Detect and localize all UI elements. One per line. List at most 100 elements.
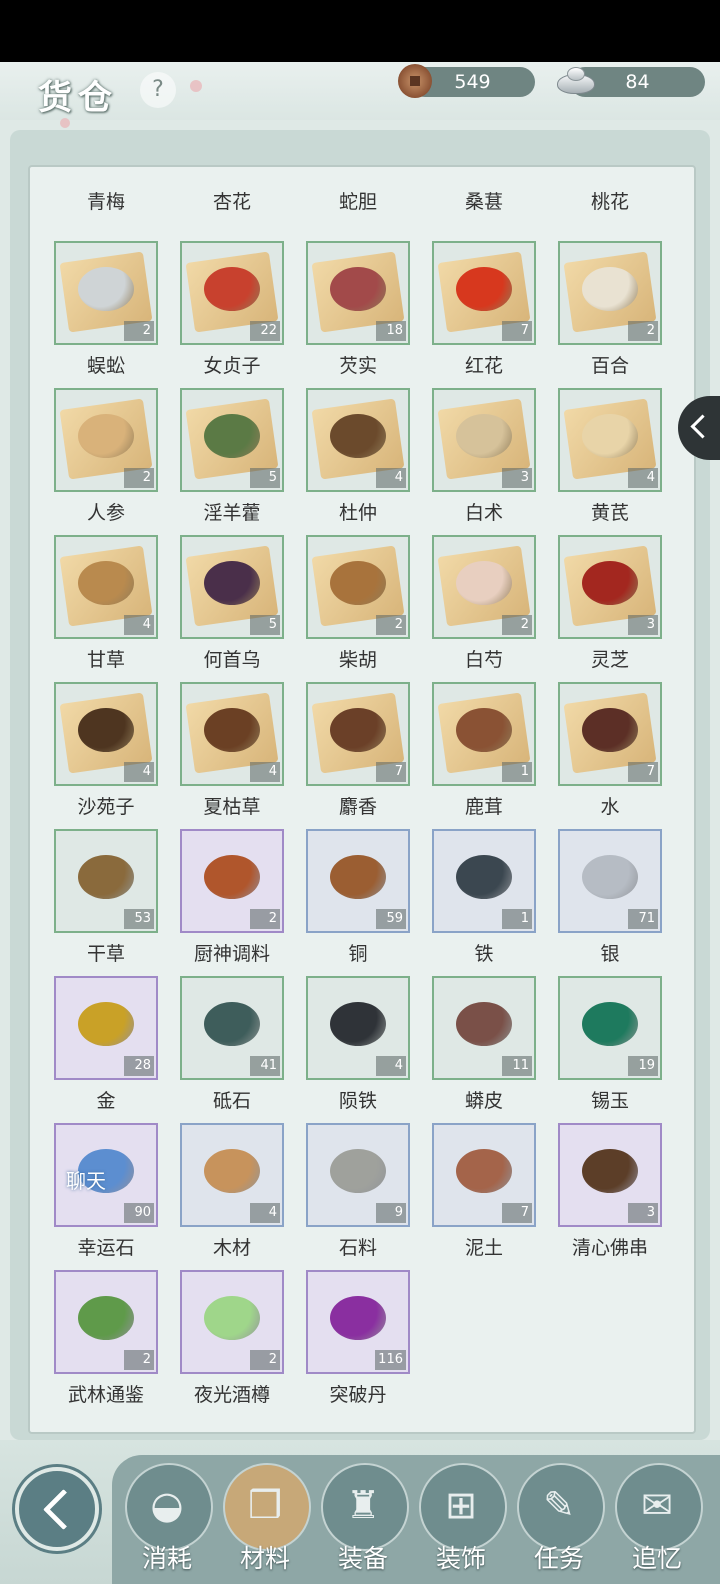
inventory-item[interactable]: 蛇胆 xyxy=(306,185,410,222)
inventory-item[interactable]: 5 何首乌 xyxy=(180,535,284,680)
inventory-item[interactable]: 116 突破丹 xyxy=(306,1270,410,1415)
inventory-item[interactable]: 杏花 xyxy=(180,185,284,222)
item-slot[interactable]: 5 xyxy=(180,535,284,639)
item-name: 沙苑子 xyxy=(77,796,135,818)
item-slot[interactable]: 4 xyxy=(54,682,158,786)
item-slot[interactable]: 2 xyxy=(180,829,284,933)
inventory-item[interactable]: 2 厨神调料 xyxy=(180,829,284,974)
inventory-item[interactable]: 4 夏枯草 xyxy=(180,682,284,827)
item-slot[interactable]: 2 xyxy=(54,241,158,345)
inventory-item[interactable]: 2 柴胡 xyxy=(306,535,410,680)
inventory-item[interactable]: 7 麝香 xyxy=(306,682,410,827)
item-slot[interactable]: 2 xyxy=(54,388,158,492)
item-slot[interactable]: 28 xyxy=(54,976,158,1080)
item-slot[interactable]: 4 xyxy=(306,388,410,492)
help-button[interactable]: ? xyxy=(140,72,176,108)
inventory-item[interactable]: 59 铜 xyxy=(306,829,410,974)
inventory-item[interactable]: 4 沙苑子 xyxy=(54,682,158,827)
nav-tab-5[interactable]: ✉ 追忆 xyxy=(611,1463,703,1584)
inventory-item[interactable]: 71 银 xyxy=(558,829,662,974)
inventory-item[interactable]: 聊天 90 幸运石 xyxy=(54,1123,158,1268)
chat-overlay-label[interactable]: 聊天 xyxy=(66,1165,106,1194)
inventory-item[interactable]: 桑葚 xyxy=(432,185,536,222)
inventory-item[interactable]: 4 陨铁 xyxy=(306,976,410,1121)
inventory-item[interactable]: 2 武林通鉴 xyxy=(54,1270,158,1415)
inventory-item[interactable]: 5 淫羊藿 xyxy=(180,388,284,533)
item-slot[interactable]: 71 xyxy=(558,829,662,933)
item-slot[interactable]: 2 xyxy=(180,1270,284,1374)
inventory-item[interactable]: 1铁 xyxy=(432,829,536,974)
item-icon xyxy=(78,267,134,311)
nav-tab-3[interactable]: ⊞ 装饰 xyxy=(415,1463,507,1584)
inventory-item[interactable]: 2 人参 xyxy=(54,388,158,533)
item-slot[interactable]: 3 xyxy=(432,388,536,492)
inventory-item[interactable]: 28 金 xyxy=(54,976,158,1121)
inventory-item[interactable]: 1 鹿茸 xyxy=(432,682,536,827)
item-slot[interactable]: 3 xyxy=(558,535,662,639)
item-icon xyxy=(330,1149,386,1193)
inventory-item[interactable]: 桃花 xyxy=(558,185,662,222)
inventory-item[interactable]: 22 女贞子 xyxy=(180,241,284,386)
inventory-item[interactable]: 3 清心佛串 xyxy=(558,1123,662,1268)
nav-tab-0[interactable]: ◒ 消耗 xyxy=(121,1463,213,1584)
item-slot[interactable]: 7 xyxy=(558,682,662,786)
inventory-item[interactable]: 4 杜仲 xyxy=(306,388,410,533)
nav-tab-1[interactable]: ❒ 材料 xyxy=(219,1463,311,1584)
inventory-item[interactable]: 9 石料 xyxy=(306,1123,410,1268)
inventory-item[interactable]: 7 红花 xyxy=(432,241,536,386)
inventory-item[interactable]: 2 夜光酒樽 xyxy=(180,1270,284,1415)
nav-tab-2[interactable]: ♜ 装备 xyxy=(317,1463,409,1584)
item-slot[interactable]: 9 xyxy=(306,1123,410,1227)
item-slot[interactable]: 2 xyxy=(432,535,536,639)
item-slot[interactable]: 2 xyxy=(306,535,410,639)
item-count: 4 xyxy=(124,762,154,782)
item-slot[interactable]: 4 xyxy=(180,1123,284,1227)
item-slot[interactable]: 2 xyxy=(54,1270,158,1374)
item-slot[interactable]: 1 xyxy=(432,829,536,933)
item-slot[interactable]: 41 xyxy=(180,976,284,1080)
inventory-item[interactable]: 2 白芍 xyxy=(432,535,536,680)
item-slot[interactable]: 4 xyxy=(558,388,662,492)
inventory-item[interactable]: 19 锡玉 xyxy=(558,976,662,1121)
inventory-item[interactable]: 4 甘草 xyxy=(54,535,158,680)
item-slot[interactable]: 4 xyxy=(306,976,410,1080)
item-slot[interactable]: 11 xyxy=(432,976,536,1080)
item-icon xyxy=(330,1002,386,1046)
item-slot[interactable]: 聊天 90 xyxy=(54,1123,158,1227)
item-slot[interactable]: 7 xyxy=(306,682,410,786)
inventory-item[interactable]: 4 木材 xyxy=(180,1123,284,1268)
item-slot[interactable]: 7 xyxy=(432,241,536,345)
inventory-item[interactable]: 2 百合 xyxy=(558,241,662,386)
item-slot[interactable]: 53 xyxy=(54,829,158,933)
item-slot[interactable]: 22 xyxy=(180,241,284,345)
item-icon xyxy=(78,708,134,752)
inventory-item[interactable]: 3 白术 xyxy=(432,388,536,533)
nav-tab-4[interactable]: ✎ 任务 xyxy=(513,1463,605,1584)
back-button[interactable] xyxy=(15,1467,99,1551)
inventory-item[interactable]: 41 砥石 xyxy=(180,976,284,1121)
item-slot[interactable]: 5 xyxy=(180,388,284,492)
inventory-item[interactable]: 4 黄芪 xyxy=(558,388,662,533)
nav-tab-icon: ◒ xyxy=(150,1483,184,1527)
inventory-item[interactable]: 11 蟒皮 xyxy=(432,976,536,1121)
inventory-item[interactable]: 7 泥土 xyxy=(432,1123,536,1268)
item-slot[interactable]: 3 xyxy=(558,1123,662,1227)
item-slot[interactable]: 116 xyxy=(306,1270,410,1374)
item-slot[interactable]: 4 xyxy=(180,682,284,786)
item-slot[interactable]: 7 xyxy=(432,1123,536,1227)
inventory-item[interactable]: 青梅 xyxy=(54,185,158,222)
inventory-item[interactable]: 18 芡实 xyxy=(306,241,410,386)
inventory-item[interactable]: 2 蜈蚣 xyxy=(54,241,158,386)
item-icon xyxy=(330,561,386,605)
item-slot[interactable]: 1 xyxy=(432,682,536,786)
inventory-item[interactable]: 53 干草 xyxy=(54,829,158,974)
item-slot[interactable]: 4 xyxy=(54,535,158,639)
item-name: 夜光酒樽 xyxy=(193,1384,270,1406)
inventory-item[interactable]: 7水 xyxy=(558,682,662,827)
item-name: 鹿茸 xyxy=(464,796,503,818)
inventory-item[interactable]: 3 灵芝 xyxy=(558,535,662,680)
item-slot[interactable]: 18 xyxy=(306,241,410,345)
item-slot[interactable]: 2 xyxy=(558,241,662,345)
item-slot[interactable]: 59 xyxy=(306,829,410,933)
item-slot[interactable]: 19 xyxy=(558,976,662,1080)
